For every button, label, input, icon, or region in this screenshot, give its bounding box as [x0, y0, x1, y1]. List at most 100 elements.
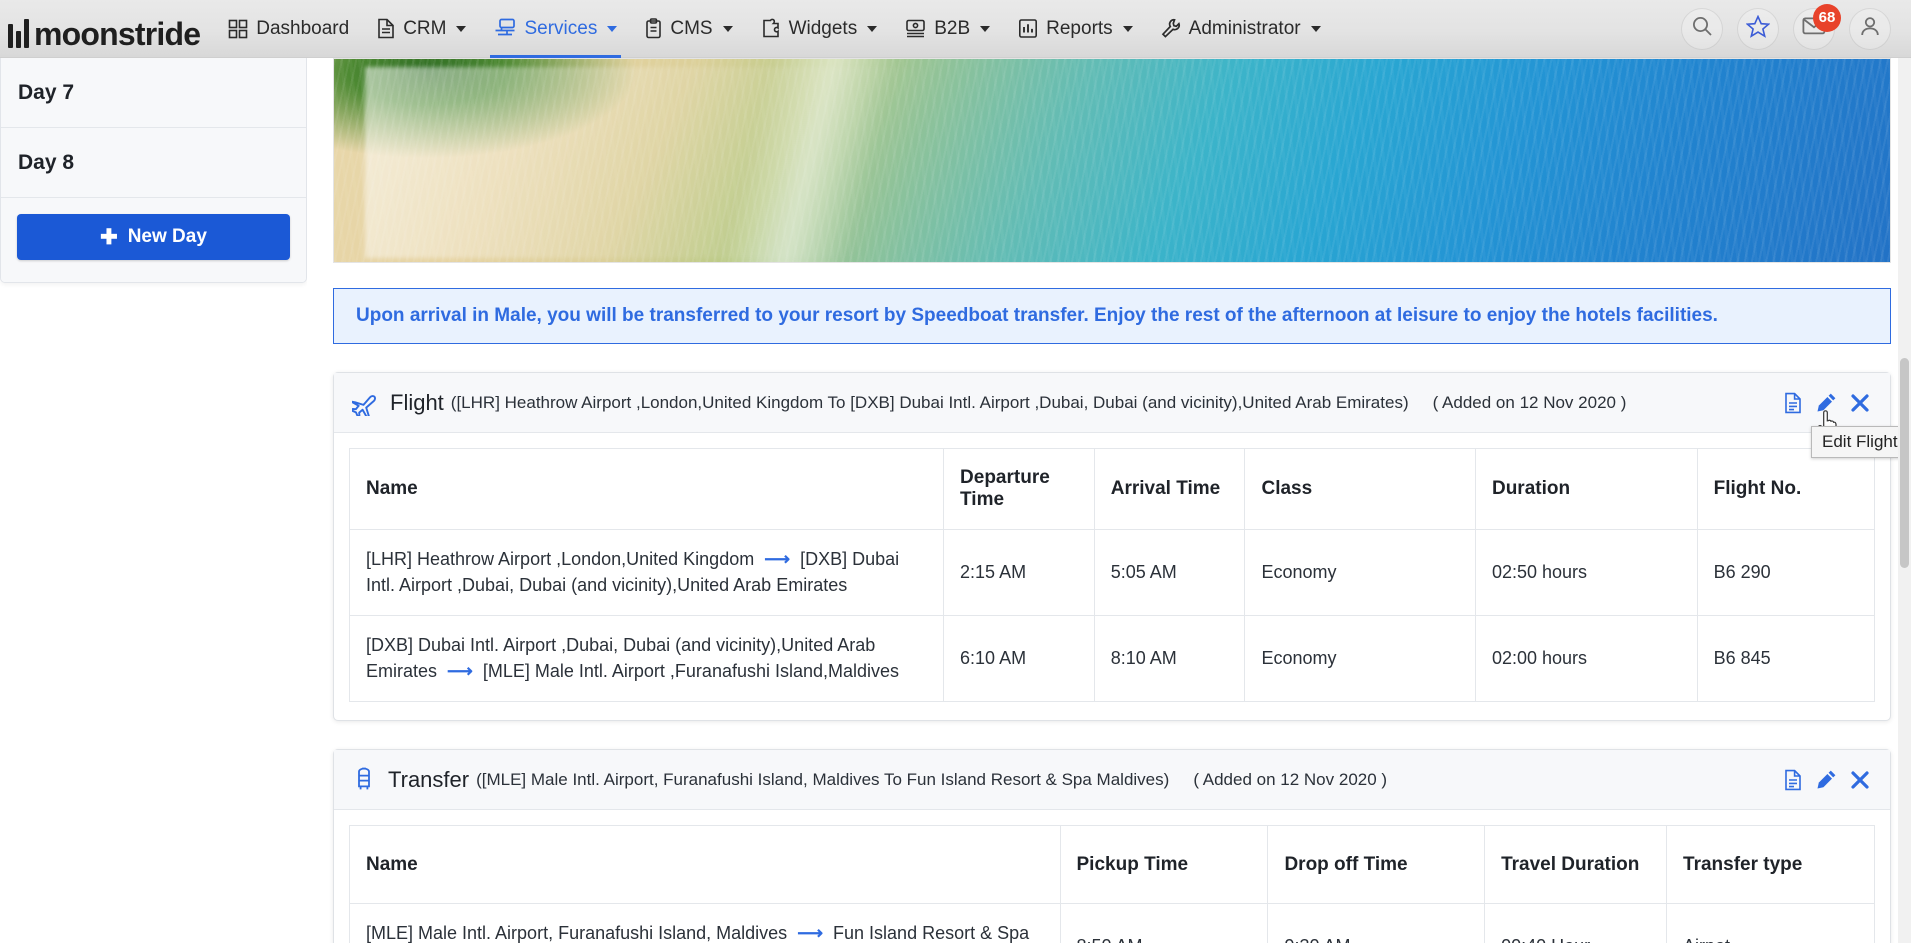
cell-route: [DXB] Dubai Intl. Airport ,Dubai, Dubai … [349, 615, 945, 702]
logo-bars-icon [8, 18, 29, 48]
table-header-row: Name Departure Time Arrival Time Class D… [349, 448, 1875, 530]
cell-arrival-time: 8:10 AM [1094, 615, 1246, 702]
services-icon [494, 18, 516, 39]
transfer-bus-icon [352, 767, 376, 793]
chevron-down-icon [607, 25, 618, 32]
cell-duration: 02:50 hours [1475, 529, 1698, 616]
nav-label-services: Services [524, 17, 598, 39]
sidebar-item-day-8[interactable]: Day 8 [1, 128, 306, 198]
left-sidebar: Day 7 Day 8 ✚ New Day [0, 58, 307, 943]
arrow-right-icon: ⟶ [764, 548, 791, 569]
monitor-icon [905, 18, 926, 39]
cell-pickup-time: 8:50 AM [1060, 903, 1269, 943]
service-title: Flight [390, 389, 444, 415]
edit-pencil-icon[interactable] [1816, 392, 1837, 413]
service-card-flight: Flight ([LHR] Heathrow Airport ,London,U… [333, 372, 1903, 721]
delete-x-icon[interactable] [1850, 770, 1870, 790]
service-actions-transfer [1783, 769, 1870, 791]
edit-pencil-icon[interactable] [1816, 769, 1837, 790]
transfer-table: Name Pickup Time Drop off Time Travel Du… [349, 825, 1875, 943]
star-icon [1745, 14, 1771, 43]
delete-x-icon[interactable] [1850, 393, 1870, 413]
nav-label-dashboard: Dashboard [256, 17, 350, 39]
bar-chart-icon [1018, 18, 1038, 39]
nav-item-crm[interactable]: CRM [363, 0, 480, 58]
search-icon [1691, 15, 1713, 42]
document-icon[interactable] [1783, 392, 1803, 414]
service-added-date: ( Added on 12 Nov 2020 ) [1432, 392, 1627, 412]
search-button[interactable] [1681, 7, 1723, 50]
service-subtitle: ([LHR] Heathrow Airport ,London,United K… [450, 392, 1409, 412]
chevron-down-icon [1310, 25, 1321, 32]
transfer-table-body: [MLE] Male Intl. Airport, Furanafushi Is… [349, 903, 1875, 943]
brand-name: moonstride [34, 15, 201, 52]
app-root: moonstride Dashboard CRM Services CMS Wi… [0, 0, 1911, 943]
account-button[interactable] [1849, 7, 1891, 50]
cell-flight-no: B6 845 [1697, 615, 1875, 702]
messages-button[interactable]: 68 [1793, 3, 1841, 50]
service-title: Transfer [388, 766, 470, 792]
nav-item-reports[interactable]: Reports [1004, 0, 1147, 58]
brand-logo[interactable]: moonstride [8, 0, 201, 58]
col-pickup-time: Pickup Time [1060, 825, 1269, 904]
col-class: Class [1244, 448, 1476, 530]
chevron-down-icon [980, 25, 991, 32]
cell-route: [LHR] Heathrow Airport ,London,United Ki… [349, 529, 945, 616]
service-body-transfer: Name Pickup Time Drop off Time Travel Du… [334, 810, 1890, 943]
table-row: [MLE] Male Intl. Airport, Furanafushi Is… [349, 903, 1875, 943]
user-icon [1859, 15, 1881, 42]
banner-text: Upon arrival in Male, you will be transf… [356, 305, 1718, 327]
nav-item-cms[interactable]: CMS [631, 0, 746, 58]
cell-duration: 02:00 hours [1475, 615, 1698, 702]
nav-item-widgets[interactable]: Widgets [747, 0, 892, 58]
flight-table: Name Departure Time Arrival Time Class D… [349, 448, 1875, 702]
nav-label-cms: CMS [670, 17, 713, 39]
chevron-down-icon [867, 25, 878, 32]
col-travel-duration: Travel Duration [1484, 825, 1668, 904]
cell-transfer-type: Airpot [1666, 903, 1875, 943]
new-day-label: New Day [127, 226, 207, 247]
edit-flight-tooltip: Edit Flight [1811, 425, 1903, 458]
chevron-down-icon [456, 25, 467, 32]
cell-route: [MLE] Male Intl. Airport, Furanafushi Is… [349, 903, 1061, 943]
cell-departure-time: 2:15 AM [943, 529, 1095, 616]
hero-foam-overlay [365, 67, 1237, 258]
flight-table-head: Name Departure Time Arrival Time Class D… [349, 448, 1875, 530]
nav-item-b2b[interactable]: B2B [891, 0, 1004, 58]
sidebar-item-day-7[interactable]: Day 7 [1, 58, 306, 128]
arrow-right-icon: ⟶ [447, 660, 473, 681]
nav-item-services[interactable]: Services [480, 0, 631, 58]
service-added-date: ( Added on 12 Nov 2020 ) [1193, 769, 1388, 789]
scrollbar-thumb[interactable] [1900, 358, 1909, 568]
new-day-button[interactable]: ✚ New Day [17, 214, 290, 260]
route-origin: [MLE] Male Intl. Airport, Furanafushi Is… [366, 922, 788, 943]
nav-label-administrator: Administrator [1188, 17, 1301, 39]
top-navbar: moonstride Dashboard CRM Services CMS Wi… [0, 0, 1911, 58]
nav-item-dashboard[interactable]: Dashboard [214, 0, 363, 58]
nav-label-b2b: B2B [934, 17, 971, 39]
beach-hero-image [333, 58, 1891, 263]
cell-dropoff-time: 9:30 AM [1267, 903, 1486, 943]
service-header-flight: Flight ([LHR] Heathrow Airport ,London,U… [334, 373, 1903, 458]
transfer-table-head: Name Pickup Time Drop off Time Travel Du… [349, 825, 1875, 904]
vertical-scrollbar[interactable] [1898, 58, 1911, 943]
service-body-flight: Name Departure Time Arrival Time Class D… [334, 433, 1890, 720]
service-card-transfer: Transfer ([MLE] Male Intl. Airport, Fura… [333, 749, 1891, 943]
cell-flight-no: B6 290 [1697, 529, 1875, 616]
favorites-button[interactable] [1737, 7, 1779, 50]
arrow-right-icon: ⟶ [797, 922, 824, 943]
col-duration: Duration [1475, 448, 1698, 530]
nav-label-widgets: Widgets [788, 17, 858, 39]
route-origin: [LHR] Heathrow Airport ,London,United Ki… [366, 548, 755, 569]
service-actions-flight: Edit Flight [1783, 392, 1903, 458]
mail-badge: 68 [1813, 3, 1841, 32]
document-icon[interactable] [1783, 769, 1803, 791]
grid-icon [228, 19, 248, 39]
nav-item-administrator[interactable]: Administrator [1147, 0, 1335, 58]
table-row: [DXB] Dubai Intl. Airport ,Dubai, Dubai … [349, 615, 1875, 702]
day-list-card: Day 7 Day 8 ✚ New Day [0, 58, 307, 283]
table-row: [LHR] Heathrow Airport ,London,United Ki… [349, 529, 1875, 616]
table-header-row: Name Pickup Time Drop off Time Travel Du… [349, 825, 1875, 904]
cell-travel-duration: 00:40 Hour [1484, 903, 1668, 943]
puzzle-icon [761, 18, 781, 39]
